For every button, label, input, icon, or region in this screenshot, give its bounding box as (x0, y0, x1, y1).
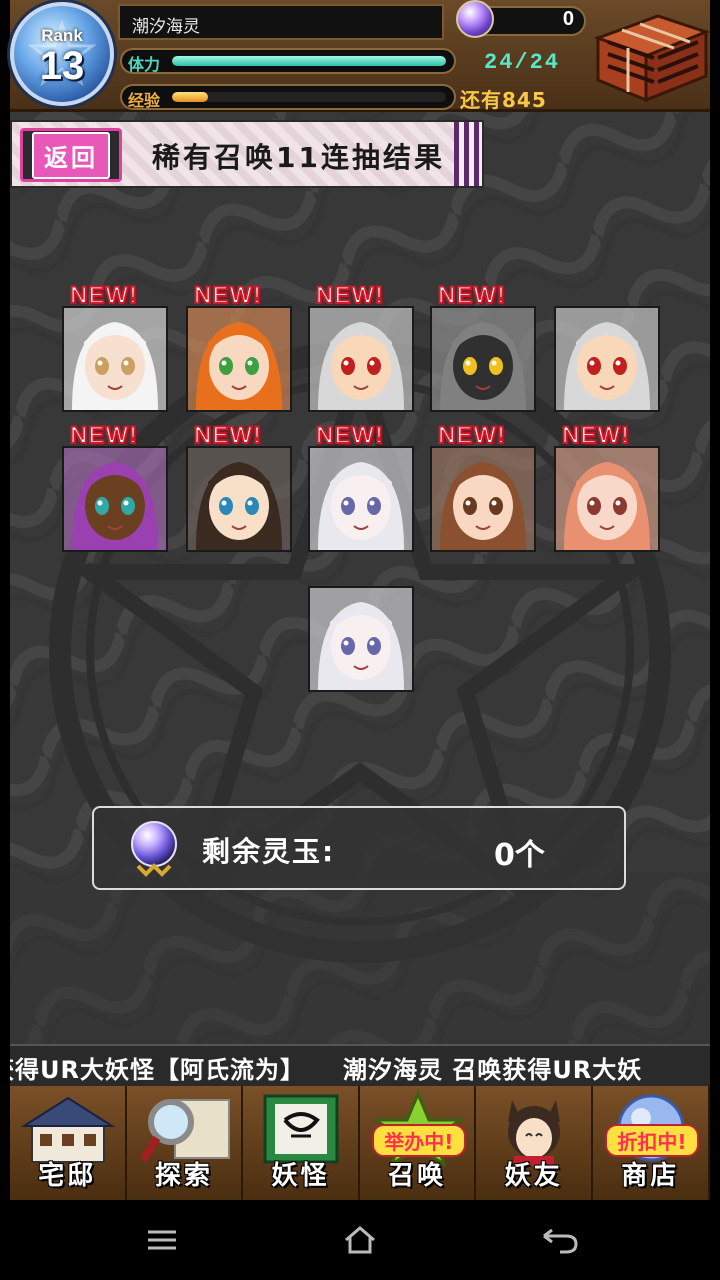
treasure-chest-icon[interactable] (588, 8, 712, 106)
exp-bar: 经验 (120, 84, 456, 110)
result-card-shouting-kid-1[interactable]: NEW! (308, 281, 414, 412)
menu-icon[interactable] (132, 1220, 192, 1260)
character-portrait (556, 308, 658, 410)
back-arrow-icon[interactable] (530, 1220, 590, 1260)
status-header: Rank 13 潮汐海灵 体力 经验 0 24/24 还有845 (10, 0, 712, 112)
gem-count: 0 (562, 8, 574, 30)
character-portrait (188, 308, 290, 410)
result-card-orange-hair-girl[interactable]: NEW! (186, 281, 292, 412)
character-portrait (432, 448, 534, 550)
rank-value: 13 (39, 44, 85, 88)
nav-badge: 举办中! (371, 1124, 466, 1157)
new-badge: NEW! (69, 281, 138, 310)
result-card-white-hair-girl-2[interactable] (308, 586, 414, 692)
player-name: 潮汐海灵 (118, 4, 444, 40)
exp-label: 经验 (128, 91, 161, 110)
nav-label: 妖友 (504, 1161, 563, 1191)
result-card-brown-hair-girl[interactable]: NEW! (430, 421, 536, 552)
new-badge: NEW! (193, 421, 262, 450)
new-badge: NEW! (193, 281, 262, 310)
bottom-nav: 宅邸 探索 妖怪 举办中! 召唤 妖友 折扣中! 商店 (10, 1086, 710, 1200)
remaining-gems-panel: 剩余灵玉: 0个 (92, 806, 626, 890)
rank-label: Rank (41, 26, 83, 45)
nav-item-summon-star[interactable]: 举办中! 召唤 (360, 1086, 477, 1200)
stamina-bar: 体力 (120, 48, 456, 74)
game-screen: Rank 13 潮汐海灵 体力 经验 0 24/24 还有845 返回 稀有召唤… (0, 0, 720, 1280)
background-pattern (10, 112, 710, 1044)
new-badge: NEW! (69, 421, 138, 450)
character-portrait (310, 448, 412, 550)
new-badge: NEW! (315, 281, 384, 310)
announcement-ticker: 获得UR大妖怪【阿氏流为】 潮汐海灵 召唤获得UR大妖 (10, 1044, 710, 1086)
stamina-value: 24/24 (484, 50, 561, 75)
nav-label: 商店 (621, 1161, 680, 1191)
spirit-jade-icon (131, 821, 177, 877)
remaining-gems-label: 剩余灵玉: (202, 835, 336, 868)
back-button[interactable]: 返回 (20, 128, 122, 182)
summon-results-area: 返回 稀有召唤11连抽结果 NEW! NEW! NEW! NEW! NEW! NEW! NE… (10, 112, 710, 1044)
title-bar: 返回 稀有召唤11连抽结果 (10, 120, 484, 188)
nav-item-mansion[interactable]: 宅邸 (10, 1086, 127, 1200)
nav-item-crystal-orb[interactable]: 折扣中! 商店 (593, 1086, 710, 1200)
character-portrait (310, 588, 412, 690)
character-portrait (432, 308, 534, 410)
nav-item-scroll[interactable]: 妖怪 (243, 1086, 360, 1200)
spirit-jade-icon (456, 0, 494, 38)
result-card-white-hair-girl-1[interactable]: NEW! (308, 421, 414, 552)
nav-label: 妖怪 (271, 1161, 330, 1191)
page-title: 稀有召唤11连抽结果 (152, 141, 445, 174)
result-card-dark-hair-girl[interactable]: NEW! (186, 421, 292, 552)
result-card-white-hood-girl[interactable]: NEW! (62, 281, 168, 412)
home-icon[interactable] (330, 1220, 390, 1260)
nav-label: 宅邸 (38, 1161, 97, 1191)
ticker-text: 获得UR大妖怪【阿氏流为】 潮汐海灵 召唤获得UR大妖 (10, 1056, 643, 1084)
character-portrait (556, 448, 658, 550)
nav-label: 召唤 (388, 1161, 447, 1191)
nav-label: 探索 (154, 1161, 213, 1191)
character-portrait (64, 448, 166, 550)
remaining-exp: 还有845 (460, 88, 547, 112)
new-badge: NEW! (437, 281, 506, 310)
result-card-grey-hair-yellow-eyes[interactable]: NEW! (430, 281, 536, 412)
rank-badge[interactable]: Rank 13 (10, 2, 114, 106)
back-button-label: 返回 (32, 131, 110, 179)
character-portrait (310, 308, 412, 410)
result-card-pink-hair-girl[interactable]: NEW! (554, 421, 660, 552)
nav-item-magnifier-map[interactable]: 探索 (127, 1086, 244, 1200)
title-decoration (454, 122, 482, 186)
character-portrait (64, 308, 166, 410)
exp-fill (172, 92, 208, 102)
new-badge: NEW! (561, 421, 630, 450)
result-card-shouting-kid-2[interactable] (554, 306, 660, 412)
stamina-label: 体力 (128, 55, 161, 74)
remaining-gems-value: 0个 (494, 838, 545, 873)
nav-badge: 折扣中! (604, 1124, 699, 1157)
new-badge: NEW! (315, 421, 384, 450)
stamina-fill (172, 56, 446, 66)
android-nav-bar (0, 1200, 720, 1280)
result-card-purple-crown-girl[interactable]: NEW! (62, 421, 168, 552)
character-portrait (188, 448, 290, 550)
nav-item-catgirl[interactable]: 妖友 (476, 1086, 593, 1200)
new-badge: NEW! (437, 421, 506, 450)
